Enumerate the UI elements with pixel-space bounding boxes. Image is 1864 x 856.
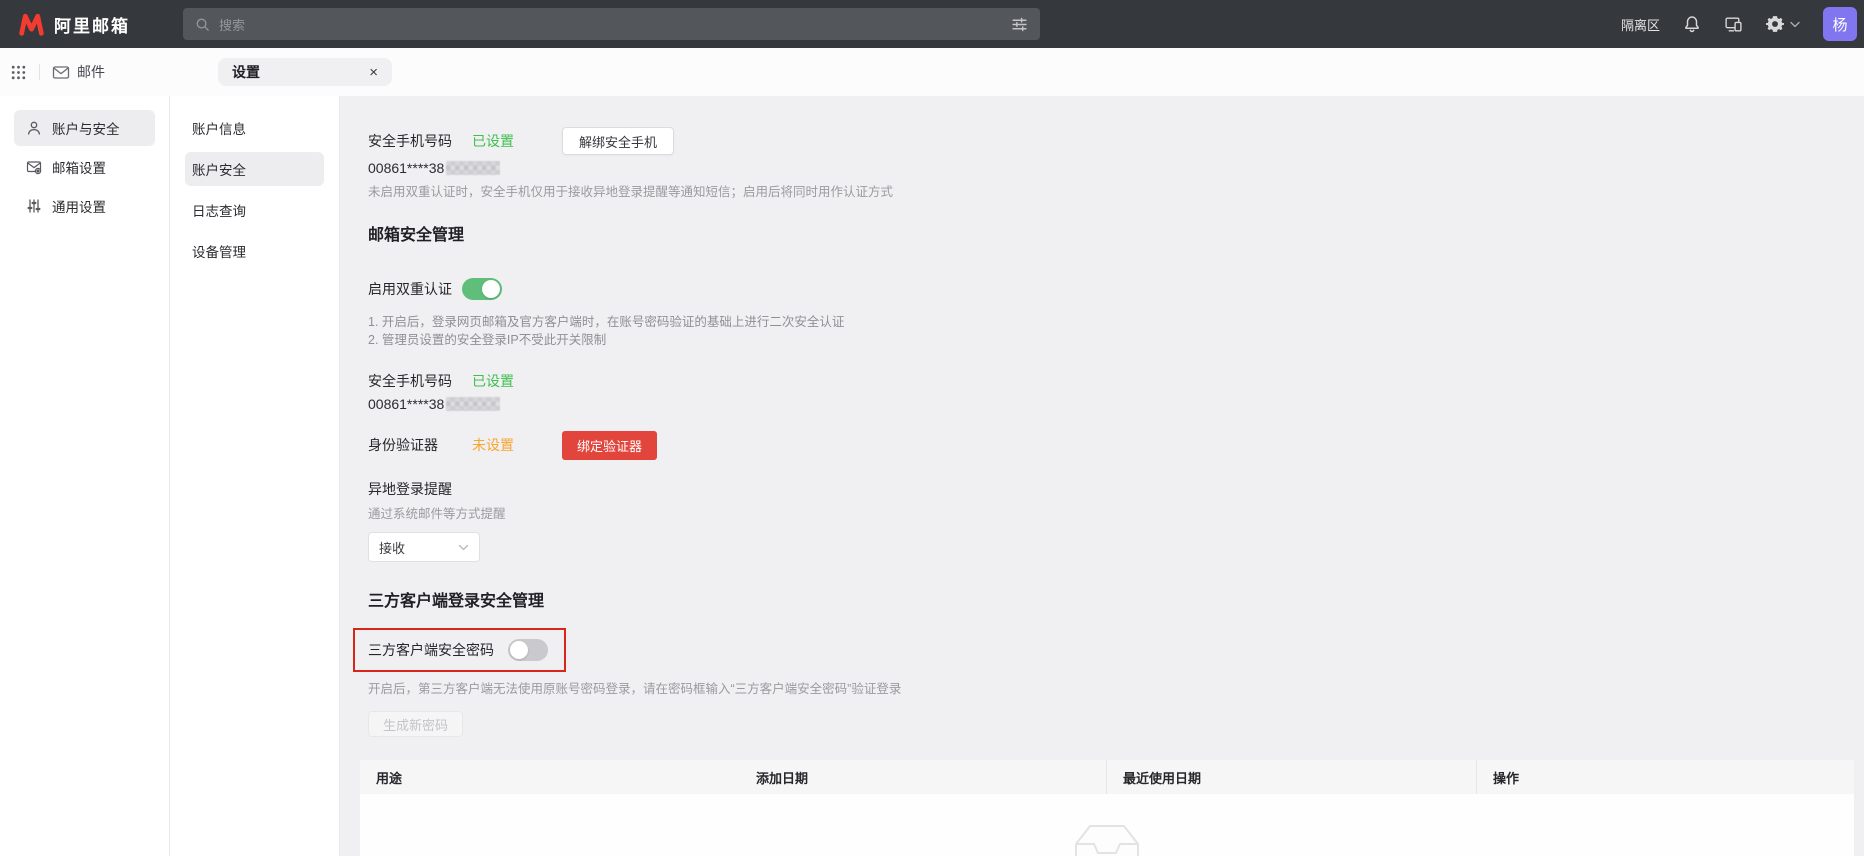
sidebar-primary: 账户与安全 邮箱设置 通用设置 xyxy=(0,96,170,856)
secure-phone-note: 未启用双重认证时，安全手机仅用于接收异地登录提醒等通知短信；启用后将同时用作认证… xyxy=(368,184,1844,201)
two-factor-label: 启用双重认证 xyxy=(368,279,452,299)
secure-phone-status: 已设置 xyxy=(472,131,514,151)
brand: 阿里邮箱 xyxy=(18,12,130,37)
remote-login-note: 通过系统邮件等方式提醒 xyxy=(368,506,1844,523)
sidebar-secondary: 账户信息 账户安全 日志查询 设备管理 xyxy=(170,96,340,856)
blurred-digits xyxy=(446,397,500,411)
quarantine-link[interactable]: 隔离区 xyxy=(1621,15,1660,34)
password-table-header: 用途 添加日期 最近使用日期 操作 xyxy=(360,760,1854,794)
remote-login-select[interactable]: 接收 xyxy=(368,532,480,562)
sidebar-item-account-security[interactable]: 账户与安全 xyxy=(14,110,155,146)
authenticator-row: 身份验证器 未设置 绑定验证器 xyxy=(368,430,1844,460)
topbar: 阿里邮箱 搜索 隔离区 xyxy=(0,0,1864,48)
gear-icon[interactable] xyxy=(1766,15,1784,33)
avatar[interactable]: 杨 xyxy=(1823,7,1857,41)
mail-icon xyxy=(52,65,70,80)
sidebar-item-mail-settings[interactable]: 邮箱设置 xyxy=(14,149,155,185)
subnav-item-label: 账户安全 xyxy=(192,159,246,179)
empty-tray-icon xyxy=(1072,822,1142,856)
two-factor-note-2: 2. 管理员设置的安全登录IP不受此开关限制 xyxy=(368,332,1844,350)
third-party-note: 开启后，第三方客户端无法使用原账号密码登录，请在密码框输入“三方客户端安全密码”… xyxy=(368,681,1844,698)
sliders-icon xyxy=(26,198,42,214)
subnav-item-log-query[interactable]: 日志查询 xyxy=(185,193,324,227)
two-factor-row: 启用双重认证 xyxy=(368,277,1844,301)
password-table: 用途 添加日期 最近使用日期 操作 xyxy=(360,760,1854,856)
chevron-down-icon xyxy=(1790,21,1800,28)
search-icon xyxy=(195,17,210,32)
remote-login-value: 接收 xyxy=(379,538,405,557)
authenticator-status: 未设置 xyxy=(472,435,514,455)
brand-title: 阿里邮箱 xyxy=(54,12,130,37)
subnav-item-account-info[interactable]: 账户信息 xyxy=(185,111,324,145)
phone2-label: 安全手机号码 xyxy=(368,371,472,391)
devices-icon[interactable] xyxy=(1724,15,1743,33)
tab-settings-label: 设置 xyxy=(232,62,260,82)
logo-m-icon xyxy=(18,13,45,36)
mailbox-security-heading: 邮箱安全管理 xyxy=(368,227,1844,245)
col-header-last-used: 最近使用日期 xyxy=(1106,760,1476,794)
main-layout: 账户与安全 邮箱设置 通用设置 xyxy=(0,96,1864,856)
two-factor-toggle[interactable] xyxy=(462,278,502,300)
app-grid-icon[interactable] xyxy=(10,64,27,81)
phone2-number: 00861****38 xyxy=(368,396,1844,413)
two-factor-notes: 1. 开启后，登录网页邮箱及官方客户端时，在账号密码验证的基础上进行二次安全认证… xyxy=(368,314,1844,349)
subnav-item-label: 设备管理 xyxy=(192,241,246,261)
third-party-password-toggle[interactable] xyxy=(508,639,548,661)
secure-phone-label: 安全手机号码 xyxy=(368,131,472,151)
tabbar: 邮件 设置 × xyxy=(0,48,1864,96)
subnav-item-device-management[interactable]: 设备管理 xyxy=(185,234,324,268)
subnav-item-account-safety[interactable]: 账户安全 xyxy=(185,152,324,186)
third-party-highlight-box: 三方客户端安全密码 xyxy=(353,628,566,672)
settings-content: 安全手机号码 已设置 解绑安全手机 00861****38 未启用双重认证时，安… xyxy=(340,96,1864,856)
tune-icon[interactable] xyxy=(1011,16,1028,33)
toggle-knob xyxy=(510,641,528,659)
col-header-actions: 操作 xyxy=(1476,760,1854,794)
settings-menu[interactable] xyxy=(1766,15,1800,33)
close-icon[interactable]: × xyxy=(369,65,378,80)
subnav-item-label: 日志查询 xyxy=(192,200,246,220)
mail-entry-label: 邮件 xyxy=(77,62,105,82)
topbar-actions: 隔离区 杨 xyxy=(1621,0,1864,48)
remote-login-label: 异地登录提醒 xyxy=(368,479,1844,499)
bell-icon[interactable] xyxy=(1683,15,1701,33)
third-party-password-label: 三方客户端安全密码 xyxy=(368,640,494,660)
phone2-status: 已设置 xyxy=(472,371,514,391)
sidebar-item-label: 邮箱设置 xyxy=(52,157,106,177)
two-factor-note-1: 1. 开启后，登录网页邮箱及官方客户端时，在账号密码验证的基础上进行二次安全认证 xyxy=(368,314,1844,332)
col-header-purpose: 用途 xyxy=(360,760,740,794)
bind-authenticator-button[interactable]: 绑定验证器 xyxy=(562,431,657,460)
sidebar-item-label: 账户与安全 xyxy=(52,118,120,138)
divider xyxy=(39,64,40,80)
secure-phone-number: 00861****38 xyxy=(368,160,1844,177)
generate-password-button[interactable]: 生成新密码 xyxy=(368,711,463,737)
mail-entry[interactable]: 邮件 xyxy=(52,62,105,82)
unbind-phone-button[interactable]: 解绑安全手机 xyxy=(562,127,674,155)
search-input[interactable]: 搜索 xyxy=(183,8,1040,40)
search-placeholder: 搜索 xyxy=(219,15,245,34)
col-header-added-date: 添加日期 xyxy=(740,760,1106,794)
password-table-empty-body xyxy=(360,794,1854,856)
phone2-row: 安全手机号码 已设置 xyxy=(368,371,1844,391)
chevron-down-icon xyxy=(458,544,469,551)
sidebar-item-general-settings[interactable]: 通用设置 xyxy=(14,188,155,224)
third-party-heading: 三方客户端登录安全管理 xyxy=(368,593,1844,611)
blurred-digits xyxy=(446,161,500,175)
authenticator-label: 身份验证器 xyxy=(368,435,472,455)
secure-phone-row: 安全手机号码 已设置 解绑安全手机 xyxy=(368,126,1844,156)
mail-settings-icon xyxy=(26,159,42,175)
toggle-knob xyxy=(482,280,500,298)
tab-settings[interactable]: 设置 × xyxy=(218,58,392,86)
user-icon xyxy=(26,120,42,136)
subnav-item-label: 账户信息 xyxy=(192,118,246,138)
sidebar-item-label: 通用设置 xyxy=(52,196,106,216)
